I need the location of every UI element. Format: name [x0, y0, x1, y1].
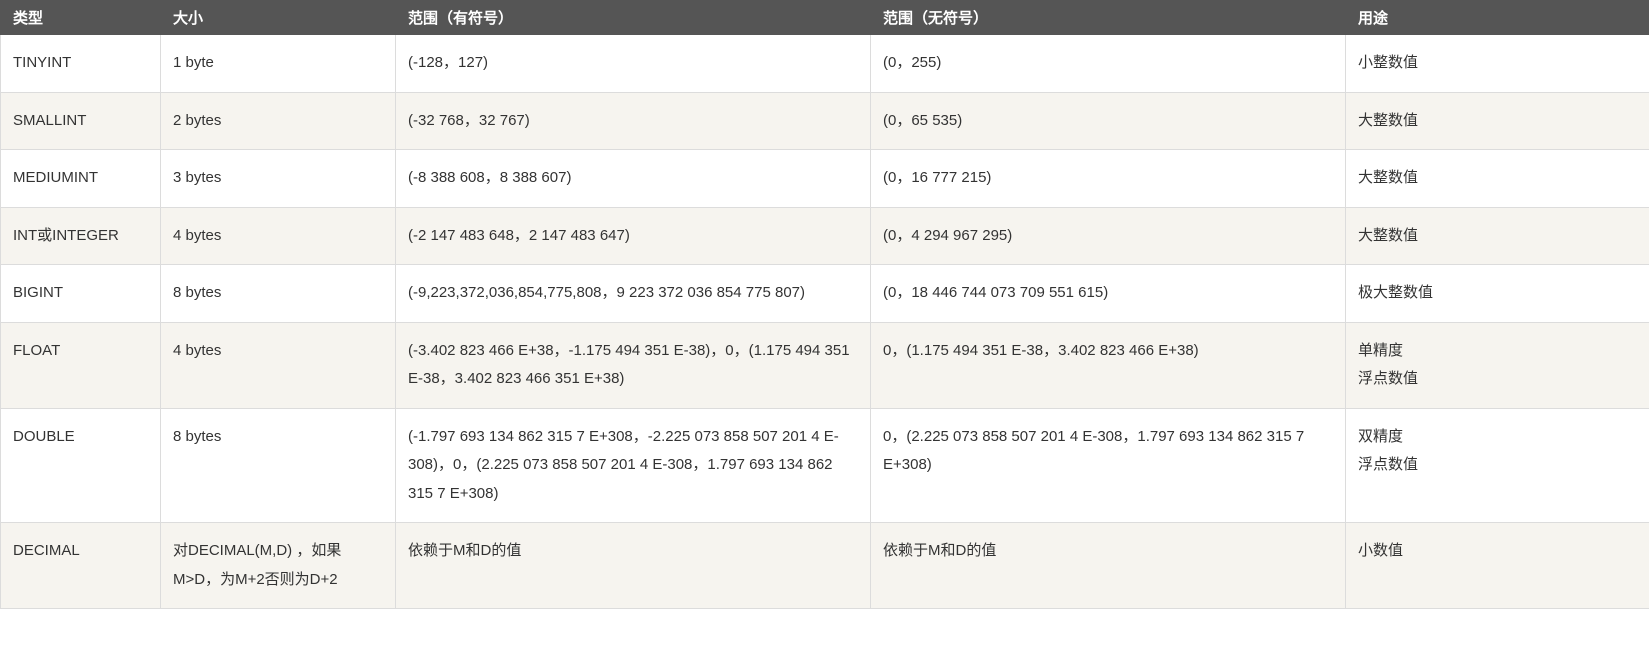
table-row: DECIMAL 对DECIMAL(M,D) ，如果M>D，为M+2否则为D+2 …	[1, 523, 1649, 609]
cell-unsigned: 0，(1.175 494 351 E-38，3.402 823 466 E+38…	[871, 322, 1346, 408]
cell-usage: 大整数值	[1346, 92, 1649, 150]
cell-type: SMALLINT	[1, 92, 161, 150]
cell-usage: 小整数值	[1346, 35, 1649, 93]
col-header-unsigned: 范围（无符号）	[871, 1, 1346, 35]
col-header-type: 类型	[1, 1, 161, 35]
cell-size: 1 byte	[161, 35, 396, 93]
table-row: TINYINT 1 byte (-128，127) (0，255) 小整数值	[1, 35, 1649, 93]
table-row: INT或INTEGER 4 bytes (-2 147 483 648，2 14…	[1, 207, 1649, 265]
cell-size: 8 bytes	[161, 408, 396, 523]
cell-usage: 极大整数值	[1346, 265, 1649, 323]
cell-type: INT或INTEGER	[1, 207, 161, 265]
cell-usage: 单精度浮点数值	[1346, 322, 1649, 408]
cell-size: 对DECIMAL(M,D) ，如果M>D，为M+2否则为D+2	[161, 523, 396, 609]
table-row: FLOAT 4 bytes (-3.402 823 466 E+38，-1.17…	[1, 322, 1649, 408]
cell-signed: (-8 388 608，8 388 607)	[396, 150, 871, 208]
cell-size: 4 bytes	[161, 322, 396, 408]
cell-size: 4 bytes	[161, 207, 396, 265]
cell-type: MEDIUMINT	[1, 150, 161, 208]
cell-signed: (-128，127)	[396, 35, 871, 93]
cell-usage: 小数值	[1346, 523, 1649, 609]
cell-type: BIGINT	[1, 265, 161, 323]
cell-usage: 大整数值	[1346, 207, 1649, 265]
cell-signed: (-2 147 483 648，2 147 483 647)	[396, 207, 871, 265]
cell-unsigned: (0，18 446 744 073 709 551 615)	[871, 265, 1346, 323]
cell-usage: 大整数值	[1346, 150, 1649, 208]
table-row: SMALLINT 2 bytes (-32 768，32 767) (0，65 …	[1, 92, 1649, 150]
cell-type: FLOAT	[1, 322, 161, 408]
table-header-row: 类型 大小 范围（有符号） 范围（无符号） 用途	[1, 1, 1649, 35]
numeric-types-table: 类型 大小 范围（有符号） 范围（无符号） 用途 TINYINT 1 byte …	[0, 0, 1649, 609]
col-header-size: 大小	[161, 1, 396, 35]
table-row: BIGINT 8 bytes (-9,223,372,036,854,775,8…	[1, 265, 1649, 323]
cell-unsigned: 依赖于M和D的值	[871, 523, 1346, 609]
cell-size: 3 bytes	[161, 150, 396, 208]
cell-size: 2 bytes	[161, 92, 396, 150]
cell-signed: (-9,223,372,036,854,775,808，9 223 372 03…	[396, 265, 871, 323]
cell-unsigned: (0，255)	[871, 35, 1346, 93]
cell-type: DOUBLE	[1, 408, 161, 523]
cell-signed: (-1.797 693 134 862 315 7 E+308，-2.225 0…	[396, 408, 871, 523]
cell-signed: (-3.402 823 466 E+38，-1.175 494 351 E-38…	[396, 322, 871, 408]
col-header-signed: 范围（有符号）	[396, 1, 871, 35]
cell-signed: 依赖于M和D的值	[396, 523, 871, 609]
cell-unsigned: (0，4 294 967 295)	[871, 207, 1346, 265]
cell-type: DECIMAL	[1, 523, 161, 609]
cell-usage: 双精度浮点数值	[1346, 408, 1649, 523]
cell-unsigned: (0，65 535)	[871, 92, 1346, 150]
table-row: MEDIUMINT 3 bytes (-8 388 608，8 388 607)…	[1, 150, 1649, 208]
cell-unsigned: (0，16 777 215)	[871, 150, 1346, 208]
cell-type: TINYINT	[1, 35, 161, 93]
table-row: DOUBLE 8 bytes (-1.797 693 134 862 315 7…	[1, 408, 1649, 523]
cell-size: 8 bytes	[161, 265, 396, 323]
cell-signed: (-32 768，32 767)	[396, 92, 871, 150]
col-header-usage: 用途	[1346, 1, 1649, 35]
cell-unsigned: 0，(2.225 073 858 507 201 4 E-308，1.797 6…	[871, 408, 1346, 523]
